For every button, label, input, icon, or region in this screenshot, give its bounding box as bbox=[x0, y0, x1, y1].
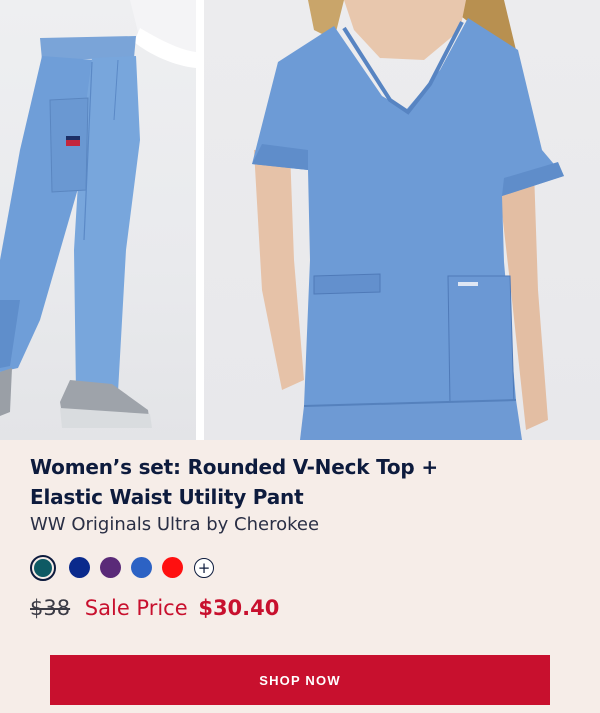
price-row: $38 Sale Price $30.40 bbox=[30, 594, 279, 622]
top-illustration bbox=[252, 0, 564, 440]
color-swatch-royal-blue[interactable] bbox=[131, 557, 152, 578]
pants-image bbox=[0, 0, 196, 440]
color-swatch-red[interactable] bbox=[162, 557, 183, 578]
product-brand: WW Originals Ultra by Cherokee bbox=[30, 514, 320, 535]
plus-icon: + bbox=[197, 558, 211, 577]
color-swatches: + bbox=[30, 555, 330, 581]
product-images bbox=[0, 0, 600, 440]
pants-illustration bbox=[0, 0, 196, 428]
product-title-line1[interactable]: Women’s set: Rounded V-Neck Top + bbox=[30, 455, 438, 479]
sale-price-label: Sale Price bbox=[84, 596, 188, 620]
color-swatch-teal[interactable] bbox=[30, 555, 56, 581]
product-info: Women’s set: Rounded V-Neck Top + Elasti… bbox=[30, 452, 570, 538]
top-image bbox=[204, 0, 600, 440]
color-swatch-navy[interactable] bbox=[69, 557, 90, 578]
more-colors-button[interactable]: + bbox=[194, 558, 214, 578]
product-title-line2[interactable]: Elastic Waist Utility Pant bbox=[30, 485, 304, 509]
swatch-dot bbox=[34, 559, 52, 577]
sale-price: $30.40 bbox=[198, 596, 280, 620]
product-title[interactable]: Women’s set: Rounded V-Neck Top + Elasti… bbox=[30, 452, 570, 512]
image-divider bbox=[196, 0, 204, 440]
shop-now-button[interactable]: SHOP NOW bbox=[50, 655, 550, 705]
color-swatch-purple[interactable] bbox=[100, 557, 121, 578]
original-price: $38 bbox=[30, 596, 71, 620]
